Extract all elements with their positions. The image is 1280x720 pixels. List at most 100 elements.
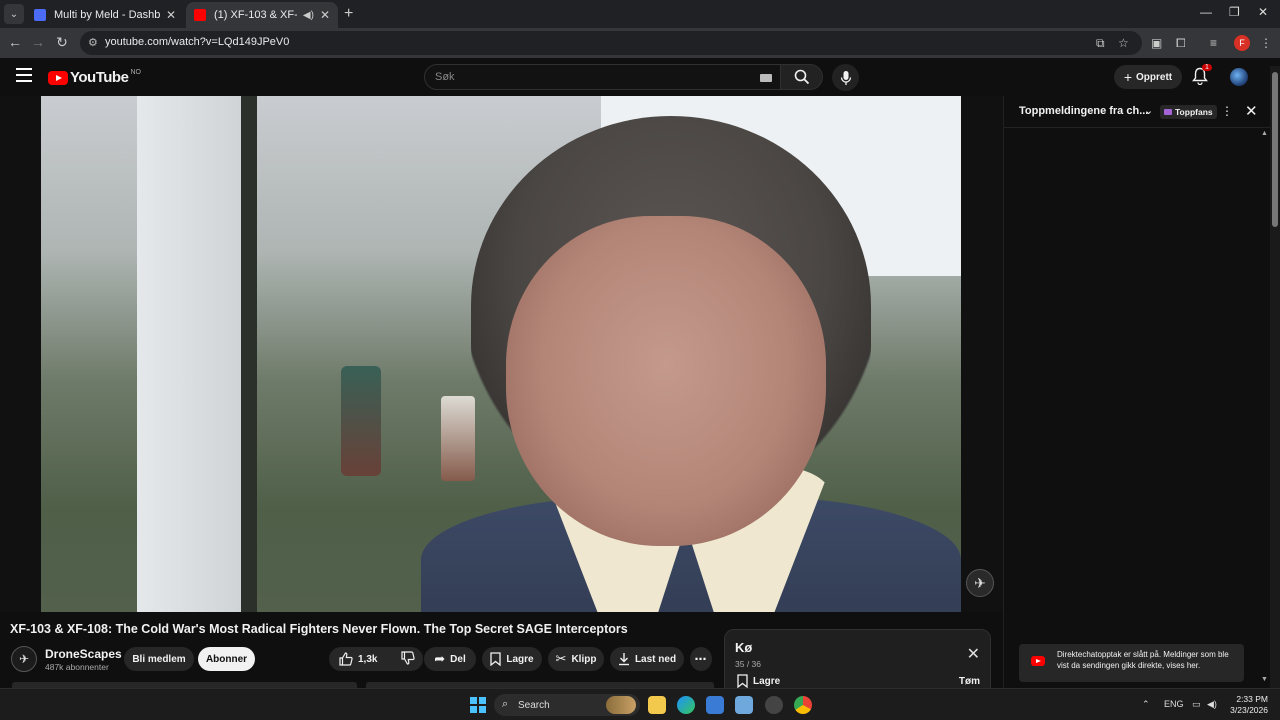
store-app-icon[interactable] <box>706 696 724 714</box>
download-icon <box>618 653 629 666</box>
queue-panel: Kø 35 / 36 ✕ Lagre Tøm <box>724 629 991 689</box>
chat-more-icon[interactable]: ⋮ <box>1221 104 1233 118</box>
more-horizontal-icon: ⋯ <box>694 652 708 666</box>
search-button[interactable] <box>781 64 823 90</box>
scissors-icon: ✂ <box>555 651 567 666</box>
reload-icon[interactable]: ↻ <box>53 34 71 51</box>
notifications-button[interactable]: 1 <box>1192 64 1212 90</box>
chat-header: Toppmeldingene fra ch... ⌄ Toppfans ⋮ ✕ <box>1004 96 1270 128</box>
download-button[interactable]: Last ned <box>610 647 684 671</box>
queue-save-label: Lagre <box>753 675 781 687</box>
site-info-icon[interactable]: ⚙ <box>88 36 98 49</box>
language-indicator[interactable]: ENG <box>1164 699 1184 709</box>
edge-browser-icon[interactable] <box>677 696 695 714</box>
more-actions-button[interactable]: ⋯ <box>690 647 712 671</box>
chrome-browser-icon[interactable] <box>794 696 812 714</box>
channel-avatar[interactable]: ✈ <box>11 646 37 672</box>
browser-tab-strip: ⌄ Multi by Meld - Dashboard. ✕ (1) XF-10… <box>0 0 1280 28</box>
share-button[interactable]: ➦ Del <box>424 647 476 671</box>
share-icon: ➦ <box>434 651 446 666</box>
restore-icon[interactable]: ❐ <box>1229 5 1240 19</box>
taskbar-search[interactable]: ⌕ Search <box>494 694 640 716</box>
chat-notice-text: Direktechatopptak er slått på. Meldinger… <box>1057 650 1229 670</box>
logo-text: YouTube <box>70 69 129 86</box>
new-tab-button[interactable]: + <box>344 5 353 23</box>
back-icon[interactable]: ← <box>6 34 24 50</box>
search-icon <box>794 69 809 85</box>
file-explorer-icon[interactable] <box>648 696 666 714</box>
keyboard-icon[interactable] <box>760 74 772 82</box>
youtube-logo[interactable]: YouTube NO <box>48 69 141 86</box>
close-tab-icon[interactable]: ✕ <box>320 8 330 22</box>
clip-button[interactable]: ✂ Klipp <box>548 647 604 671</box>
browser-tab-youtube[interactable]: (1) XF-103 & XF-108: The C ◀) ✕ <box>186 2 338 28</box>
top-fans-icon <box>1164 109 1172 115</box>
bookmark-star-icon[interactable]: ☆ <box>1118 36 1129 50</box>
voice-search-button[interactable] <box>832 64 859 91</box>
share-label: Del <box>450 653 466 665</box>
clip-label: Klipp <box>571 653 597 665</box>
subscribe-button[interactable]: Abonner <box>198 647 255 671</box>
browser-profile-avatar[interactable]: F <box>1234 35 1250 51</box>
youtube-play-icon <box>1031 656 1045 666</box>
chat-replay-notice: Direktechatopptak er slått på. Meldinger… <box>1019 644 1244 682</box>
close-window-icon[interactable]: ✕ <box>1258 5 1268 19</box>
youtube-play-icon <box>48 70 68 85</box>
speaker-icon[interactable]: ◀) <box>303 10 314 21</box>
search-icon: ⌕ <box>502 698 509 710</box>
browser-tab-meld[interactable]: Multi by Meld - Dashboard. ✕ <box>26 2 184 28</box>
tab-title: (1) XF-103 & XF-108: The C <box>214 9 297 21</box>
tab-list-button[interactable]: ⌄ <box>4 4 24 24</box>
video-title: XF-103 & XF-108: The Cold War's Most Rad… <box>10 622 628 636</box>
close-tab-icon[interactable]: ✕ <box>166 8 176 22</box>
extension-icon[interactable]: ▣ <box>1151 36 1162 50</box>
queue-clear-button[interactable]: Tøm <box>959 676 980 687</box>
install-app-icon[interactable]: ⧉ <box>1096 36 1105 51</box>
account-avatar[interactable] <box>1230 68 1248 86</box>
save-button[interactable]: Lagre <box>482 647 542 671</box>
create-button[interactable]: + Opprett <box>1114 65 1182 89</box>
taskbar-clock[interactable]: 2:33 PM 3/23/2026 <box>1224 694 1268 716</box>
thumbs-down-icon <box>401 650 416 665</box>
video-frame[interactable] <box>41 96 961 612</box>
like-button[interactable]: 1,3k <box>339 652 377 666</box>
top-fans-badge[interactable]: Toppfans <box>1160 105 1217 119</box>
network-icon[interactable]: ▭ <box>1192 699 1201 710</box>
close-chat-icon[interactable]: ✕ <box>1245 102 1258 120</box>
plus-icon: + <box>1123 69 1133 85</box>
join-button[interactable]: Bli medlem <box>124 647 194 671</box>
volume-icon[interactable]: ◀) <box>1207 699 1217 710</box>
settings-app-icon[interactable] <box>765 696 783 714</box>
country-code: NO <box>130 69 141 76</box>
windows-taskbar: ⌕ Search ⌃ ENG ▭ ◀) 2:33 PM 3/23/2026 <box>0 688 1280 720</box>
chevron-down-icon[interactable]: ⌄ <box>1144 104 1153 117</box>
close-queue-icon[interactable]: ✕ <box>967 644 980 664</box>
flight-app-icon[interactable] <box>735 696 753 714</box>
queue-position: 35 / 36 <box>735 659 761 669</box>
video-window-post <box>241 96 257 612</box>
windows-start-icon[interactable] <box>470 697 486 713</box>
media-control-icon[interactable]: ≡ <box>1210 36 1217 50</box>
channel-watermark-icon[interactable]: ✈ <box>966 569 994 597</box>
forward-icon[interactable]: → <box>29 34 47 50</box>
channel-name[interactable]: DroneScapes <box>45 647 122 661</box>
search-input[interactable]: Søk <box>424 64 781 90</box>
browser-toolbar: ← → ↻ ⚙ youtube.com/watch?v=LQd149JPeV0 … <box>0 28 1280 58</box>
like-dislike-group: 1,3k <box>329 647 423 671</box>
chat-mode-title[interactable]: Toppmeldingene fra ch... <box>1019 105 1148 117</box>
download-label: Last ned <box>634 653 677 665</box>
youtube-masthead: YouTube NO Søk + Opprett 1 <box>0 58 1280 96</box>
chat-scroll-up-icon[interactable]: ▲ <box>1261 130 1268 137</box>
browser-menu-icon[interactable]: ⋮ <box>1260 36 1272 50</box>
video-player[interactable] <box>0 96 1002 612</box>
chat-scroll-down-icon[interactable]: ▼ <box>1261 676 1268 683</box>
notification-badge: 1 <box>1202 64 1212 71</box>
extensions-puzzle-icon[interactable]: ⧠ <box>1176 36 1186 51</box>
menu-icon[interactable] <box>16 68 32 86</box>
dislike-button[interactable] <box>401 650 416 668</box>
minimize-icon[interactable]: — <box>1200 5 1212 19</box>
address-bar[interactable]: ⚙ youtube.com/watch?v=LQd149JPeV0 <box>80 31 1142 55</box>
queue-save-button[interactable]: Lagre <box>737 674 780 688</box>
tray-overflow-icon[interactable]: ⌃ <box>1142 699 1150 710</box>
page-scrollbar-thumb[interactable] <box>1272 72 1278 227</box>
